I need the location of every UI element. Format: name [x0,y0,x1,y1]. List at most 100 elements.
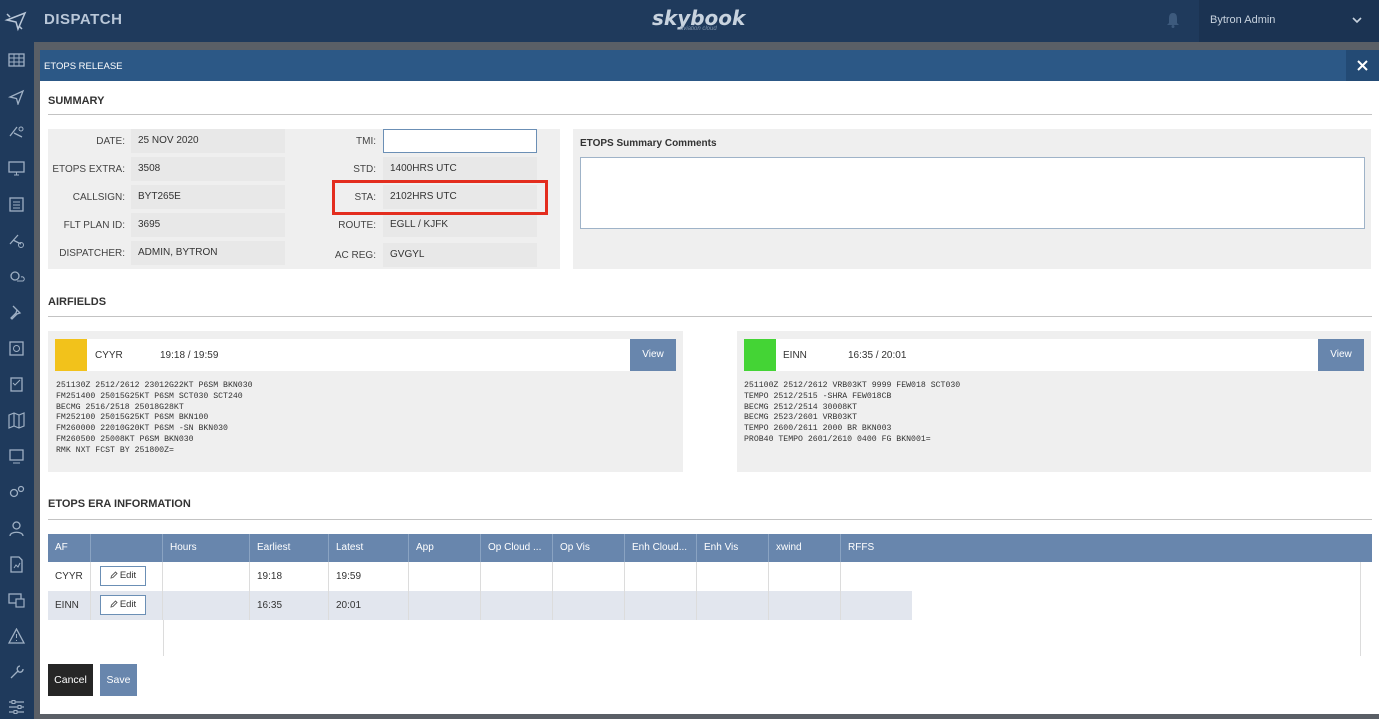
airfield-header-einn [744,339,1364,371]
plane-icon[interactable] [8,88,25,105]
summary-divider [48,114,1372,115]
table-gridline [163,620,164,656]
flt-plan-id-value: 3695 [131,213,285,237]
status-swatch-cyyr [55,339,87,371]
summary-heading: SUMMARY [48,95,105,107]
plane-icon[interactable] [4,8,28,32]
row-app [409,591,481,620]
map-icon[interactable] [8,412,25,429]
date-label: DATE: [96,136,125,147]
row-enh-vis [697,591,769,620]
row-earliest: 19:18 [250,562,329,591]
app-title: DISPATCH [44,11,123,28]
row-hours [163,562,250,591]
tools-icon[interactable] [8,664,25,681]
metar-text-cyyr: 251130Z 2512/2612 23012G22KT P6SM BKN030… [56,381,253,457]
airfields-divider [48,316,1372,317]
std-value: 1400HRS UTC [383,157,537,181]
screen-icon[interactable] [8,448,25,465]
weather-icon[interactable] [8,268,25,285]
gears-icon[interactable] [8,484,25,501]
plane-route-icon[interactable] [8,124,25,141]
col-af[interactable]: AF [48,534,91,562]
modal-header: ETOPS RELEASE [40,50,1379,81]
col-latest[interactable]: Latest [329,534,409,562]
metar-line: FM260000 22010G20KT P6SM -SN BKN030 [56,424,228,434]
metar-line: FM251400 25015G25KT P6SM SCT030 SCT240 [56,391,243,401]
row-op-cloud [481,591,553,620]
status-swatch-einn [744,339,776,371]
warning-icon[interactable] [8,628,25,645]
row-op-vis [553,591,625,620]
display-icon[interactable] [8,592,25,609]
row-actions-cell: Edit [91,591,163,620]
col-app[interactable]: App [409,534,481,562]
tmi-input[interactable] [383,129,537,153]
airfield-times: 16:35 / 20:01 [848,350,907,361]
list-icon[interactable] [8,196,25,213]
cancel-button[interactable]: Cancel [48,664,93,696]
sta-highlight-box [332,180,548,215]
metar-line: 251130Z 2512/2612 23012G22KT P6SM BKN030 [56,381,253,390]
report-icon[interactable] [8,556,25,573]
callsign-label: CALLSIGN: [72,192,125,203]
row-xwind [769,562,841,591]
col-xwind[interactable]: xwind [769,534,841,562]
edit-label: Edit [119,570,137,581]
row-hours [163,591,250,620]
etops-extra-value: 3508 [131,157,285,181]
checklist-icon[interactable] [8,376,25,393]
view-button-cyyr[interactable]: View [630,339,676,371]
edit-button[interactable]: Edit [100,566,146,586]
monitor-plane-icon[interactable] [8,160,25,177]
user-icon[interactable] [8,520,25,537]
sliders-icon[interactable] [8,698,25,715]
metar-line: PROB40 TEMPO 2601/2610 0400 FG BKN001= [744,434,931,444]
airfield-times: 19:18 / 19:59 [160,350,219,361]
col-enh-cloud[interactable]: Enh Cloud... [625,534,697,562]
document-icon[interactable] [8,340,25,357]
pin-icon[interactable] [8,304,25,321]
save-button[interactable]: Save [100,664,137,696]
col-earliest[interactable]: Earliest [250,534,329,562]
comments-textarea[interactable] [580,157,1365,229]
airfields-heading: AIRFIELDS [48,296,107,308]
era-divider [48,519,1372,520]
modal-title: ETOPS RELEASE [44,61,123,72]
era-table-header: AF Hours Earliest Latest App Op Cloud ..… [48,534,1372,562]
airfield-code: EINN [783,350,807,361]
date-value: 25 NOV 2020 [131,129,285,153]
col-hours[interactable]: Hours [163,534,250,562]
bell-icon[interactable] [1166,12,1180,28]
view-button-einn[interactable]: View [1318,339,1364,371]
grid-icon[interactable] [8,52,25,69]
col-actions [91,534,163,562]
dispatcher-label: DISPATCHER: [59,248,125,259]
ac-reg-value: GVGYL [383,243,537,267]
row-app [409,562,481,591]
col-rffs[interactable]: RFFS [841,534,1372,562]
close-button[interactable] [1346,50,1379,81]
route-value: EGLL / KJFK [383,213,537,237]
pencil-icon [110,600,118,608]
metar-line: FM260500 25008KT P6SM BKN030 [56,434,194,444]
row-af: EINN [48,591,91,620]
chevron-down-icon [1352,17,1362,24]
ac-reg-label: AC REG: [334,250,376,261]
edit-button[interactable]: Edit [100,595,146,615]
top-bar: DISPATCH skybook aviation cloud Bytron A… [0,0,1379,42]
col-op-cloud[interactable]: Op Cloud ... [481,534,553,562]
etops-extra-label: ETOPS EXTRA: [52,164,125,175]
edit-label: Edit [119,599,137,610]
row-op-vis [553,562,625,591]
sidebar [0,42,34,719]
flt-plan-id-label: FLT PLAN ID: [63,220,125,231]
dispatcher-value: ADMIN, BYTRON [131,241,285,265]
metar-line: BECMG 2512/2514 30008KT [744,402,858,412]
col-op-vis[interactable]: Op Vis [553,534,625,562]
user-menu[interactable]: Bytron Admin [1199,0,1379,42]
etops-release-modal: ETOPS RELEASE SUMMARY DATE: 25 NOV 2020 … [40,50,1379,714]
table-scroll-edge [1360,562,1361,656]
plane-settings-icon[interactable] [8,232,25,249]
col-enh-vis[interactable]: Enh Vis [697,534,769,562]
